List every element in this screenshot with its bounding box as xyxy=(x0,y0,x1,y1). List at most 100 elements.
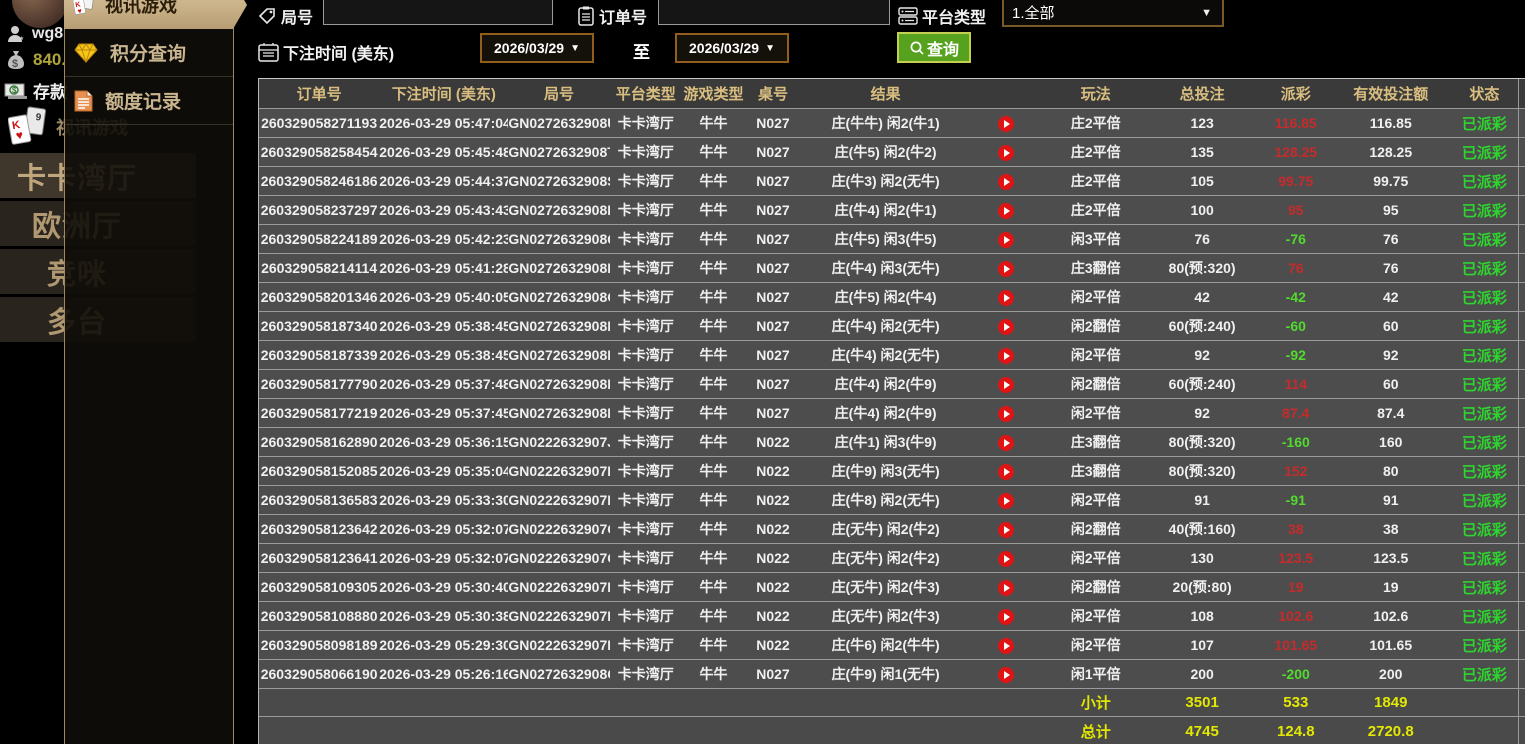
play-video-button[interactable] xyxy=(998,522,1014,538)
play-video-button[interactable] xyxy=(998,145,1014,161)
cell-time: 2026-03-29 05:35:04 xyxy=(379,463,508,479)
cell-status: 已派彩 xyxy=(1444,374,1525,395)
play-cell xyxy=(970,636,1041,653)
platform-label: 平台类型 xyxy=(922,4,986,28)
cell-payout: 87.4 xyxy=(1254,405,1338,421)
play-video-button[interactable] xyxy=(998,348,1014,364)
svg-text:$: $ xyxy=(12,86,17,95)
cell-table_no: N027 xyxy=(745,666,801,682)
column-header: 结果 xyxy=(801,83,971,104)
cell-game: 牛牛 xyxy=(682,142,745,162)
cell-platform: 卡卡湾厅 xyxy=(610,258,682,278)
cell-round: GN0272632908Q xyxy=(508,231,609,247)
play-video-button[interactable] xyxy=(998,638,1014,654)
platform-select[interactable]: 1.全部 ▼ xyxy=(1002,0,1224,27)
cell-total_bet: 130 xyxy=(1150,550,1254,566)
play-video-button[interactable] xyxy=(998,406,1014,422)
cell-result: 庄(牛8) 闲2(无牛) xyxy=(801,490,971,510)
date-to-picker[interactable]: 2026/03/29 ▼ xyxy=(675,33,789,63)
cell-payout: 102.6 xyxy=(1254,608,1338,624)
cell-payout: -60 xyxy=(1254,318,1338,334)
play-cell xyxy=(970,491,1041,508)
play-video-button[interactable] xyxy=(998,580,1014,596)
cell-play_type: 庄3翻倍 xyxy=(1041,461,1150,481)
cell-game: 牛牛 xyxy=(682,258,745,278)
play-video-button[interactable] xyxy=(998,667,1014,683)
cell-time: 2026-03-29 05:37:45 xyxy=(379,405,508,421)
menu-item-points-query[interactable]: 积分查询 xyxy=(65,29,233,77)
cell-platform: 卡卡湾厅 xyxy=(610,287,682,307)
table-right-divider xyxy=(1518,79,1519,744)
cell-order: 260329058271193 xyxy=(259,115,379,131)
cell-table_no: N027 xyxy=(745,260,801,276)
cell-order: 260329058123641 xyxy=(259,550,379,566)
play-video-button[interactable] xyxy=(998,435,1014,451)
column-header: 平台类型 xyxy=(610,83,682,104)
cell-status: 已派彩 xyxy=(1444,113,1525,134)
cell-valid_bet: 38 xyxy=(1338,521,1444,537)
cell-payout: 19 xyxy=(1254,579,1338,595)
play-video-button[interactable] xyxy=(998,174,1014,190)
bet-time-label-group: 下注时间 (美东) xyxy=(258,40,394,64)
cell-total_bet: 107 xyxy=(1150,637,1254,653)
cell-round: GN0272632908N xyxy=(508,318,609,334)
play-icon xyxy=(1004,207,1010,215)
play-video-button[interactable] xyxy=(998,319,1014,335)
play-icon xyxy=(1004,613,1010,621)
cell-payout: 152 xyxy=(1254,463,1338,479)
cell-round: GN0222632907J xyxy=(508,434,609,450)
search-button[interactable]: 查询 xyxy=(897,32,971,63)
play-video-button[interactable] xyxy=(998,551,1014,567)
cell-play_type: 庄2平倍 xyxy=(1041,200,1150,220)
to-label: 至 xyxy=(633,38,650,63)
menu-item-video-games-active[interactable]: K ♥ 视讯游戏 xyxy=(64,0,247,29)
cell-time: 2026-03-29 05:29:30 xyxy=(379,637,508,653)
cell-order: 260329058098189 xyxy=(259,637,379,653)
date-from-picker[interactable]: 2026/03/29 ▼ xyxy=(480,33,594,63)
play-video-button[interactable] xyxy=(998,377,1014,393)
cell-valid_bet: 92 xyxy=(1338,347,1444,363)
play-video-button[interactable] xyxy=(998,493,1014,509)
play-icon xyxy=(1004,584,1010,592)
play-video-button[interactable] xyxy=(998,464,1014,480)
cell-valid_bet: 128.25 xyxy=(1338,144,1444,160)
order-input[interactable] xyxy=(658,0,890,25)
document-icon xyxy=(74,90,93,112)
table-row: 2603290582584542026-03-29 05:45:48GN0272… xyxy=(259,138,1525,167)
play-video-button[interactable] xyxy=(998,232,1014,248)
cell-order: 260329058237297 xyxy=(259,202,379,218)
menu-item-quota-records[interactable]: 额度记录 xyxy=(65,77,233,125)
play-video-button[interactable] xyxy=(998,116,1014,132)
cell-round: GN0272632908U xyxy=(508,115,609,131)
play-icon xyxy=(1004,294,1010,302)
play-cell xyxy=(970,143,1041,160)
deposit-row[interactable]: $ 存款 xyxy=(4,78,67,103)
column-header: 状态 xyxy=(1444,83,1525,104)
cell-order: 260329058258454 xyxy=(259,144,379,160)
menu-item-label: 积分查询 xyxy=(110,39,186,66)
round-field-label-group: 局号 xyxy=(258,4,313,28)
cell-table_no: N027 xyxy=(745,405,801,421)
cell-valid_bet: 19 xyxy=(1338,579,1444,595)
cell-play_type: 庄2平倍 xyxy=(1041,113,1150,133)
cell-result: 庄(牛牛) 闲2(牛1) xyxy=(801,113,971,133)
balance-value: 840. xyxy=(33,50,66,70)
cell-play_type: 闲2平倍 xyxy=(1041,635,1150,655)
play-video-button[interactable] xyxy=(998,609,1014,625)
play-video-button[interactable] xyxy=(998,290,1014,306)
table-row: 2603290581772192026-03-29 05:37:45GN0272… xyxy=(259,399,1525,428)
cell-total_bet: 200 xyxy=(1150,666,1254,682)
cell-status: 已派彩 xyxy=(1444,432,1525,453)
table-row: 2603290582013462026-03-29 05:40:05GN0272… xyxy=(259,283,1525,312)
cell-game: 牛牛 xyxy=(682,606,745,626)
cell-time: 2026-03-29 05:30:40 xyxy=(379,579,508,595)
play-video-button[interactable] xyxy=(998,261,1014,277)
table-body: 2603290582711932026-03-29 05:47:04GN0272… xyxy=(259,109,1525,689)
table-header-row: 订单号下注时间 (美东)局号平台类型游戏类型桌号结果玩法总投注派彩有效投注额状态 xyxy=(259,79,1525,109)
cell-order: 260329058246186 xyxy=(259,173,379,189)
balance-row: $ 840. xyxy=(5,49,66,71)
play-video-button[interactable] xyxy=(998,203,1014,219)
round-input[interactable] xyxy=(323,0,553,25)
column-header: 有效投注额 xyxy=(1338,83,1444,104)
user-icon: * xyxy=(6,24,26,44)
